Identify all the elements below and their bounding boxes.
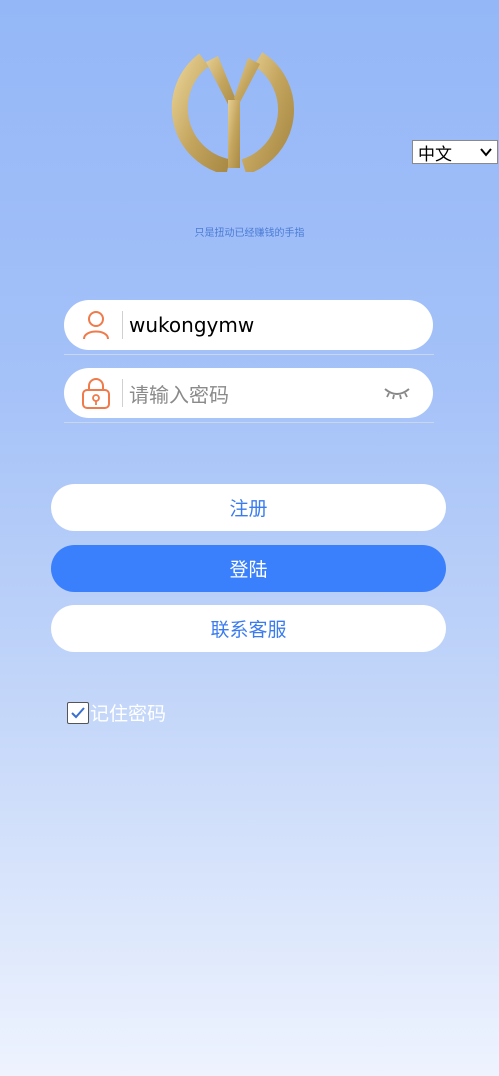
remember-checkbox[interactable] — [67, 701, 89, 724]
chevron-down-icon — [480, 148, 492, 157]
language-select-value: 中文 — [418, 144, 452, 165]
user-icon — [83, 311, 109, 340]
username-underline — [64, 354, 434, 355]
checkmark-icon — [71, 706, 85, 718]
y-logo-icon — [171, 52, 294, 175]
username-input[interactable]: wukongymw — [129, 313, 433, 337]
lock-icon — [82, 378, 110, 409]
customer-service-button[interactable]: 联系客服 — [51, 605, 446, 652]
username-field[interactable]: wukongymw — [64, 300, 433, 350]
password-field[interactable]: 请输入密码 — [64, 368, 433, 418]
slogan-text: 只是扭动已经赚钱的手指 — [194, 228, 305, 239]
remember-label: 记住密码 — [90, 703, 167, 725]
password-underline — [64, 422, 434, 423]
brand-logo — [166, 42, 296, 175]
login-button[interactable]: 登陆 — [51, 545, 446, 592]
register-button[interactable]: 注册 — [51, 484, 446, 531]
remember-password[interactable]: 记住密码 — [67, 699, 166, 726]
field-separator — [122, 379, 123, 407]
password-input[interactable]: 请输入密码 — [129, 379, 383, 408]
field-separator — [122, 311, 123, 339]
language-select[interactable]: 中文 — [412, 140, 498, 165]
eye-closed-icon[interactable] — [383, 385, 411, 401]
